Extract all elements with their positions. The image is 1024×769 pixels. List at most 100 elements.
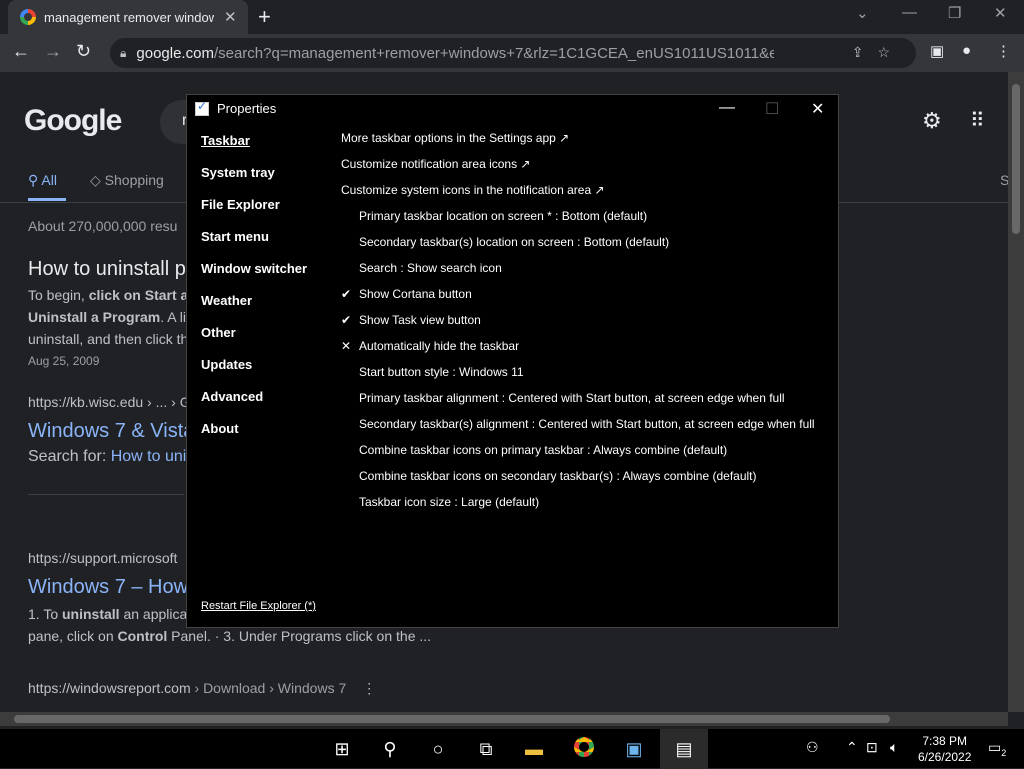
option-item[interactable]: Primary taskbar location on screen * : B… (359, 209, 647, 223)
option-item[interactable]: Search : Show search icon (359, 261, 502, 275)
nav-item[interactable]: Advanced (201, 389, 263, 404)
result-title[interactable]: Windows 7 – How (28, 576, 188, 599)
tab-strip: management remover windows ✕ + ⌄ — ❐ ✕ (0, 0, 1024, 34)
window-restore-button[interactable]: ❐ (948, 4, 961, 22)
nav-item[interactable]: Window switcher (201, 261, 307, 276)
result-menu-icon[interactable]: ⋮ (362, 680, 376, 696)
option-item[interactable]: Secondary taskbar(s) alignment : Centere… (359, 417, 815, 431)
control-panel-icon[interactable]: ▣ (622, 737, 646, 761)
related-search: Search for: How to uni (28, 448, 186, 466)
task-view-icon[interactable]: ⧉ (474, 737, 498, 761)
restart-explorer-link[interactable]: Restart File Explorer (*) (201, 600, 316, 612)
snippet-text: uninstall, and then click th (28, 331, 189, 347)
browser-toolbar: ← → ↻ 🔒︎ google.com /search?q=management… (0, 34, 1024, 72)
chevron-up-icon[interactable]: ⌃ (846, 739, 858, 756)
network-icon[interactable]: ⊡ (866, 739, 878, 756)
new-tab-button[interactable]: + (258, 4, 271, 30)
option-item[interactable]: Start button style : Windows 11 (359, 365, 524, 379)
google-logo[interactable]: Google (24, 104, 122, 138)
option-item[interactable]: Primary taskbar alignment : Centered wit… (359, 391, 785, 405)
option-item[interactable]: Show Task view button (359, 313, 481, 327)
option-item[interactable]: Combine taskbar icons on secondary taskb… (359, 469, 757, 483)
related-search-label: Search for: (28, 448, 111, 465)
option-state-mark: ✔ (341, 287, 352, 301)
result-title[interactable]: Windows 7 & Vista (28, 420, 194, 443)
clock[interactable]: 7:38 PM 6/26/2022 (918, 733, 971, 765)
profile-icon[interactable]: ● (962, 42, 971, 59)
tab-all[interactable]: ⚲ All (28, 172, 66, 201)
result-url[interactable]: https://kb.wisc.edu › ... › G (28, 394, 191, 410)
dialog-minimize-button[interactable]: — (719, 99, 735, 117)
search-icon[interactable]: ⚲ (378, 737, 402, 761)
horizontal-scrollbar[interactable] (0, 712, 1008, 726)
dialog-titlebar[interactable]: Properties (195, 99, 277, 116)
result-snippet: To begin, click on Start ar Uninstall a … (28, 284, 198, 350)
side-panel-icon[interactable]: ▣ (930, 42, 944, 60)
nav-item[interactable]: System tray (201, 165, 275, 180)
result-url[interactable]: https://support.microsoft (28, 550, 177, 566)
tab-search-icon[interactable]: ⌄ (856, 4, 869, 22)
option-item[interactable]: Taskbar icon size : Large (default) (359, 495, 539, 509)
dialog-close-button[interactable]: ✕ (811, 99, 824, 119)
chrome-icon[interactable] (572, 737, 596, 761)
app-icon (195, 99, 209, 116)
settings-link[interactable]: Customize notification area icons ↗ (341, 157, 530, 171)
window-minimize-button[interactable]: — (902, 4, 917, 21)
snippet-text: To begin, (28, 287, 89, 303)
search-icon: ⚲ (28, 172, 42, 188)
snippet-bold: Uninstall a Program (28, 309, 161, 325)
nav-item[interactable]: Updates (201, 357, 252, 372)
settings-link[interactable]: Customize system icons in the notificati… (341, 183, 605, 197)
back-icon[interactable]: ← (12, 41, 30, 62)
volume-icon[interactable]: 🔈︎ (890, 739, 898, 756)
result-snippet: 1. To uninstall an applicat (28, 606, 191, 622)
nav-item[interactable]: About (201, 421, 239, 436)
nav-item[interactable]: File Explorer (201, 197, 280, 212)
option-state-mark: ✕ (341, 339, 352, 353)
option-item[interactable]: Show Cortana button (359, 287, 472, 301)
file-explorer-icon[interactable]: ▬ (522, 737, 546, 761)
snippet-bold: uninstall (62, 606, 120, 622)
window-close-button[interactable]: ✕ (994, 4, 1007, 22)
snippet-text: Panel. · 3. Under Programs click on the … (167, 628, 432, 644)
scroll-thumb[interactable] (14, 715, 890, 723)
tag-icon: ◇ (90, 172, 105, 188)
option-item[interactable]: Secondary taskbar(s) location on screen … (359, 235, 669, 249)
lock-icon: 🔒︎ (120, 45, 127, 60)
forward-icon[interactable]: → (44, 41, 62, 62)
settings-gear-icon[interactable]: ⚙ (922, 108, 942, 134)
nav-item[interactable]: Taskbar (201, 133, 250, 148)
people-icon[interactable]: ⚇ (806, 739, 819, 756)
share-and-bookmark-icons[interactable]: ⇪☆ (852, 44, 904, 61)
snippet-text: pane, click on (28, 628, 118, 644)
reload-icon[interactable]: ↻ (76, 41, 91, 62)
result-snippet: pane, click on Control Panel. · 3. Under… (28, 628, 431, 644)
nav-item[interactable]: Weather (201, 293, 252, 308)
option-item[interactable]: Automatically hide the taskbar (359, 339, 519, 353)
tab-shopping[interactable]: ◇ Shopping (90, 172, 164, 189)
dialog-title: Properties (217, 101, 277, 116)
result-url[interactable]: https://windowsreport.com › Download › W… (28, 680, 376, 697)
settings-link[interactable]: More taskbar options in the Settings app… (341, 131, 569, 145)
tab-close-icon[interactable]: ✕ (224, 8, 237, 26)
tab-more[interactable]: S (1000, 172, 1008, 188)
result-title[interactable]: How to uninstall p (28, 258, 186, 281)
browser-tab[interactable]: management remover windows ✕ (8, 0, 248, 34)
scroll-thumb[interactable] (1012, 84, 1020, 234)
snippet-text: 1. To (28, 606, 62, 622)
notification-icon[interactable]: ▭2 (988, 739, 1006, 758)
menu-icon[interactable]: ⋮ (996, 42, 1011, 60)
nav-item[interactable]: Other (201, 325, 236, 340)
option-item[interactable]: Combine taskbar icons on primary taskbar… (359, 443, 727, 457)
google-favicon-icon (20, 9, 36, 25)
nav-item[interactable]: Start menu (201, 229, 269, 244)
windows-taskbar: ⊞ ⚲ ○ ⧉ ▬ ▣ ▤ ⚇ ⌃ ⊡ 🔈︎ 7:38 PM 6/26/2022… (0, 728, 1024, 769)
apps-grid-icon[interactable]: ⠿ (970, 108, 985, 133)
result-stats: About 270,000,000 resu (28, 218, 178, 234)
properties-app-icon[interactable]: ▤ (672, 737, 696, 761)
vertical-scrollbar[interactable] (1008, 72, 1024, 712)
start-icon[interactable]: ⊞ (330, 737, 354, 761)
cortana-icon[interactable]: ○ (426, 737, 450, 761)
address-bar[interactable]: 🔒︎ google.com /search?q=management+remov… (110, 38, 916, 68)
related-search-link[interactable]: How to uni (111, 448, 187, 465)
